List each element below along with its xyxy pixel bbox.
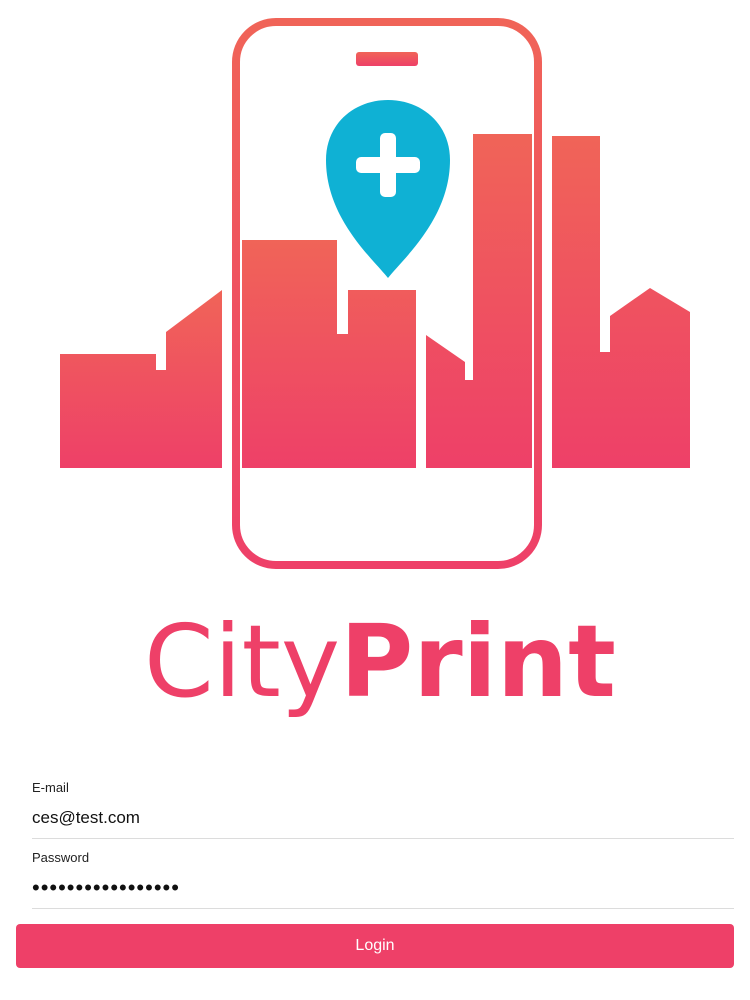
password-input[interactable] [32, 868, 734, 908]
login-form: E-mail Password [0, 778, 750, 909]
brand-name-print: Print [340, 603, 616, 720]
email-label: E-mail [32, 780, 69, 795]
login-screen: CityPrint E-mail Password Login [0, 0, 750, 1000]
map-pin-plus-icon [326, 100, 450, 278]
cityprint-logo: CityPrint [0, 0, 750, 740]
email-input[interactable] [32, 798, 734, 838]
building-right [552, 136, 690, 468]
building-left [60, 290, 222, 468]
brand-wordmark: CityPrint [144, 603, 616, 720]
password-label: Password [32, 850, 90, 865]
city-phone-map-pin-icon: CityPrint [60, 18, 690, 720]
email-field: E-mail [32, 778, 734, 839]
login-button[interactable]: Login [16, 924, 734, 968]
phone-speaker [356, 52, 418, 66]
brand-name-city: City [144, 603, 340, 720]
password-field: Password [32, 848, 734, 909]
